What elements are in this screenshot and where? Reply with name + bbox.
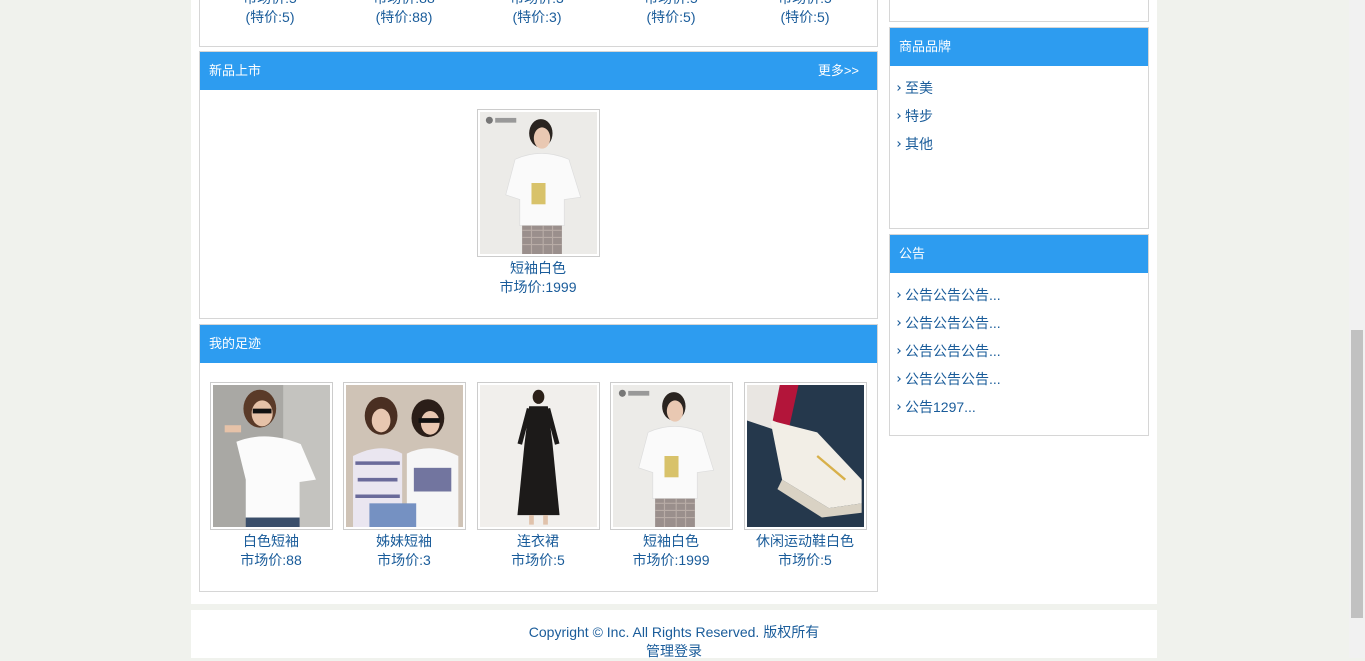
woman-tshirt-image [612,385,730,527]
page-container: 市场价:5 (特价:5) 市场价:88 (特价:88) 市场价:3 (特价:3)… [191,0,1157,658]
product-price: 市场价:5 [778,552,832,568]
special-price: (特价:3) [512,9,562,25]
sneakers-image [746,385,864,527]
notices-title: 公告 [899,246,926,261]
top-item[interactable]: 市场价:5 (特价:5) [604,0,738,27]
market-price: 市场价:88 [337,0,471,8]
product-card[interactable]: 短袖白色 市场价:1999 [604,382,738,570]
brand-item[interactable]: 特步 [896,102,1148,130]
top-item[interactable]: 市场价:5 (特价:5) [203,0,337,27]
product-image[interactable] [476,382,600,530]
scrollbar-thumb[interactable] [1351,330,1363,618]
notices-box: 公告 公告公告公告... 公告公告公告... 公告公告公告... 公告公告公告.… [889,234,1149,436]
product-name[interactable]: 休闲运动鞋白色 [738,532,872,551]
product-card[interactable]: 连衣裙 市场价:5 [471,382,605,570]
notice-item[interactable]: 公告公告公告... [896,281,1148,309]
brands-box: 商品品牌 至美 特步 其他 [889,27,1149,229]
new-arrivals-box: 新品上市 更多>> 短袖白色 市场价:1999 [199,51,878,319]
brands-header: 商品品牌 [890,28,1148,66]
product-name[interactable]: 短袖白色 [604,532,738,551]
notices-list: 公告公告公告... 公告公告公告... 公告公告公告... 公告公告公告... … [890,273,1148,421]
woman-tshirt-image [479,112,597,254]
footprint-box: 我的足迹 白色短袖 市场价:88 姊妹短袖 市场价:3 连衣裙 市场价:5 短袖… [199,324,878,592]
product-image[interactable] [609,382,733,530]
notice-item[interactable]: 公告公告公告... [896,309,1148,337]
admin-login-link[interactable]: 管理登录 [191,642,1157,661]
special-price: (特价:5) [780,9,830,25]
special-price: (特价:88) [375,9,433,25]
footprint-title: 我的足迹 [209,336,262,351]
product-name[interactable]: 白色短袖 [204,532,338,551]
black-dress-image [479,385,597,527]
special-price: (特价:5) [245,9,295,25]
sidebar-top-box [889,0,1149,22]
product-price: 市场价:1999 [499,279,577,295]
copyright-text: Copyright © Inc. All Rights Reserved. 版权… [528,624,820,640]
product-price: 市场价:88 [240,552,302,568]
market-price: 市场价:5 [738,0,872,8]
product-image[interactable] [342,382,466,530]
brands-list: 至美 特步 其他 [890,66,1148,158]
product-price: 市场价:1999 [632,552,710,568]
new-arrivals-header: 新品上市 更多>> [200,52,877,90]
product-image[interactable] [476,109,600,257]
notice-item[interactable]: 公告公告公告... [896,337,1148,365]
more-link[interactable]: 更多>> [818,52,859,90]
notices-header: 公告 [890,235,1148,273]
top-product-box: 市场价:5 (特价:5) 市场价:88 (特价:88) 市场价:3 (特价:3)… [199,0,878,47]
notice-item[interactable]: 公告公告公告... [896,365,1148,393]
top-item[interactable]: 市场价:88 (特价:88) [337,0,471,27]
product-card[interactable]: 姊妹短袖 市场价:3 [337,382,471,570]
product-image[interactable] [743,382,867,530]
product-image[interactable] [209,382,333,530]
special-price: (特价:5) [646,9,696,25]
top-item[interactable]: 市场价:3 (特价:3) [470,0,604,27]
product-price: 市场价:5 [511,552,565,568]
product-name[interactable]: 连衣裙 [471,532,605,551]
product-card[interactable]: 短袖白色 市场价:1999 [471,109,605,297]
two-women-image [345,385,463,527]
product-name[interactable]: 姊妹短袖 [337,532,471,551]
product-name[interactable]: 短袖白色 [471,259,605,278]
woman-white-tshirt-image [212,385,330,527]
product-card[interactable]: 白色短袖 市场价:88 [204,382,338,570]
footprint-header: 我的足迹 [200,325,877,363]
product-price: 市场价:3 [377,552,431,568]
footer: Copyright © Inc. All Rights Reserved. 版权… [191,610,1157,661]
product-card[interactable]: 休闲运动鞋白色 市场价:5 [738,382,872,570]
top-item[interactable]: 市场价:5 (特价:5) [738,0,872,27]
market-price: 市场价:5 [604,0,738,8]
brands-title: 商品品牌 [899,39,952,54]
vertical-scrollbar[interactable] [1349,0,1365,658]
brand-item[interactable]: 其他 [896,130,1148,158]
notice-item[interactable]: 公告1297... [896,393,1148,421]
brand-item[interactable]: 至美 [896,74,1148,102]
market-price: 市场价:5 [203,0,337,8]
market-price: 市场价:3 [470,0,604,8]
new-arrivals-title: 新品上市 [209,63,262,78]
